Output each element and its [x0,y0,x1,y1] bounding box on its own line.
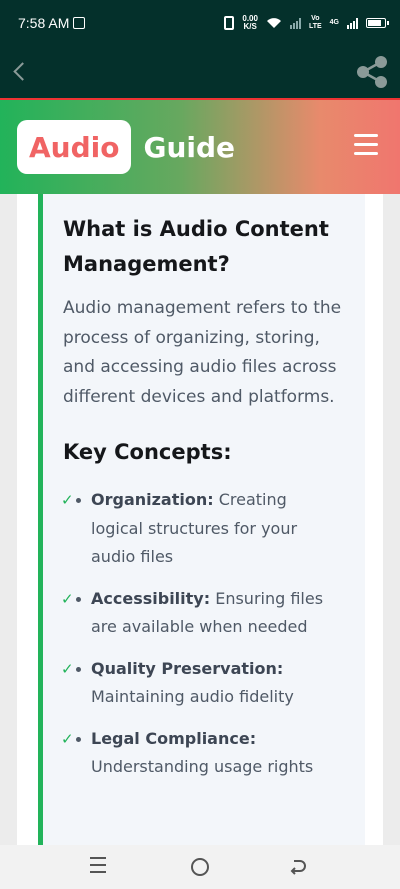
key-concepts-list: ✓ Organization: Creating logical structu… [61,486,343,782]
bullet-icon [76,666,81,672]
concept-label: Quality Preservation: [91,658,284,678]
concept-text: Maintaining audio fidelity [91,687,294,706]
status-bar: 7:58 AM 0.00 K/S Vo LTE 4G [0,0,400,44]
hamburger-icon [354,134,378,155]
bullet-icon [76,596,81,602]
signal-icon-2 [347,17,358,29]
check-icon: ✓ [61,589,74,608]
share-icon [357,56,387,88]
volte-badge: Vo LTE [309,15,322,31]
check-icon: ✓ [61,659,74,678]
home-button[interactable] [190,857,210,877]
info-card: What is Audio Content Management? Audio … [38,194,365,845]
app-toolbar [0,44,400,100]
back-button[interactable] [8,56,38,86]
main-content: What is Audio Content Management? Audio … [17,194,383,845]
list-item: ✓ Quality Preservation: Maintaining audi… [61,655,343,712]
system-back-button[interactable] [288,857,308,877]
logo-text: Guide [143,130,236,164]
menu-button[interactable] [354,134,378,156]
system-nav-bar [0,845,400,889]
key-concepts-title: Key Concepts: [63,440,232,464]
list-item: ✓ Organization: Creating logical structu… [61,486,343,572]
wifi-icon [266,18,281,28]
network-type-label: 4G [329,19,339,26]
network-type: 4G [330,19,339,27]
concept-label: Accessibility: [91,588,211,608]
signal-icon-1 [289,17,301,29]
site-logo[interactable]: Audio Guide [17,120,235,174]
back-icon [290,860,306,875]
list-item: ✓ Legal Compliance: Understanding usage … [61,725,343,782]
section-title: What is Audio Content Management? [63,217,329,276]
notification-app-icon [73,17,85,29]
volte-label: Vo [311,15,320,22]
lte-label: LTE [308,23,322,30]
concept-label: Organization: [91,490,214,509]
site-header: Audio Guide [0,100,400,194]
section-description: Audio management refers to the process o… [63,298,342,407]
check-icon: ✓ [61,729,74,748]
bullet-icon [76,498,81,503]
status-time: 7:58 AM [18,15,70,31]
list-item: ✓ Accessibility: Ensuring files are avai… [61,585,343,642]
bullet-icon [76,736,81,742]
concept-text: Understanding usage rights [91,757,314,776]
share-button[interactable] [352,52,392,92]
status-icons: 0.00 K/S Vo LTE 4G [224,12,389,34]
network-speed: 0.00 K/S [242,15,258,31]
battery-icon [366,18,389,28]
vibrate-icon [224,16,235,30]
network-speed-unit: K/S [243,22,257,31]
logo-highlight: Audio [17,120,132,174]
recent-apps-icon [90,857,110,873]
concept-label: Legal Compliance: [91,728,257,748]
recent-apps-button[interactable] [90,857,110,877]
check-icon: ✓ [61,491,74,509]
